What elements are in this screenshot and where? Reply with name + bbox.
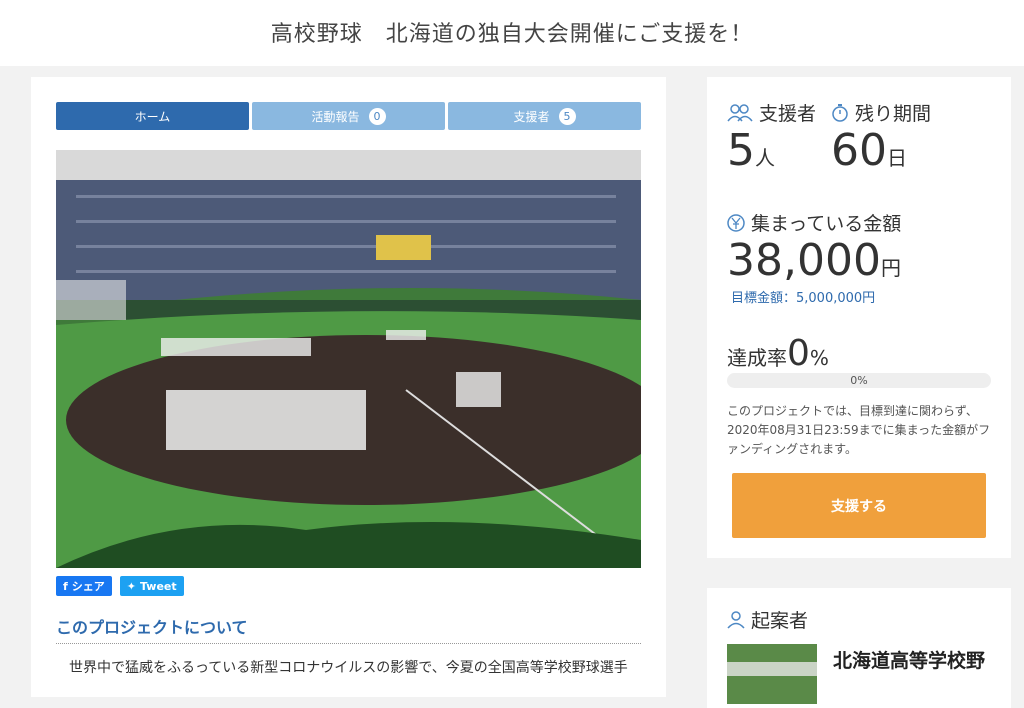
funding-stats-panel: 支援者 5人 残り期間 60日 集まっている金額 38,000円 目標金額：5,… [707, 77, 1011, 558]
owner-avatar[interactable] [727, 644, 817, 704]
rate-value: 0 [787, 333, 810, 374]
collected-amount: 38,000円 [727, 239, 901, 283]
user-icon [727, 610, 745, 629]
twitter-icon: ✦ [126, 579, 137, 593]
owner-label: 起案者 [727, 606, 808, 633]
project-description: 世界中で猛威をふるっている新型コロナウイルスの影響で、今夏の全国高等学校野球選手 [69, 660, 628, 676]
progress-bar: 0% [727, 373, 991, 388]
facebook-share-label: シェア [71, 580, 105, 593]
tweet-label: Tweet [140, 579, 177, 593]
progress-text: 0% [850, 374, 868, 387]
supporters-unit: 人 [755, 146, 775, 170]
collected-label-text: 集まっている金額 [751, 213, 902, 235]
facebook-share-button[interactable]: f シェア [56, 576, 112, 596]
tab-home-label: ホーム [134, 109, 171, 124]
collected-unit: 円 [880, 256, 901, 280]
project-main-panel: ホーム 活動報告 0 支援者 5 f シェア ✦ Tweet このプロジェクトに… [31, 77, 666, 697]
page-title: 高校野球 北海道の独自大会開催にご支援を！ [270, 22, 754, 47]
section-divider [56, 643, 641, 644]
about-section-title: このプロジェクトについて [56, 618, 248, 637]
yen-icon [727, 213, 745, 232]
stopwatch-icon [832, 103, 848, 122]
owner-label-text: 起案者 [751, 610, 809, 632]
top-bar: 高校野球 北海道の独自大会開催にご支援を！ [0, 0, 1024, 66]
owner-avatar-image [727, 644, 817, 704]
supporters-count: 5人 [727, 129, 775, 173]
rate-unit: % [809, 346, 829, 370]
project-tabs: ホーム 活動報告 0 支援者 5 [56, 102, 641, 130]
collected-label: 集まっている金額 [727, 209, 901, 236]
supporters-label-text: 支援者 [759, 103, 817, 125]
supporters-value: 5 [727, 125, 755, 176]
supporters-label: 支援者 [727, 99, 816, 126]
owner-name[interactable]: 北海道高等学校野 [833, 646, 985, 673]
tab-home[interactable]: ホーム [56, 102, 249, 130]
remaining-label-text: 残り期間 [855, 103, 932, 125]
share-buttons: f シェア ✦ Tweet [56, 576, 184, 596]
tab-activity-reports-count: 0 [368, 107, 386, 125]
tab-supporters-label: 支援者 [513, 109, 550, 124]
funding-note: このプロジェクトでは、目標到達に関わらず、2020年08月31日23:59までに… [727, 404, 991, 456]
users-icon [727, 103, 753, 121]
owner-panel: 起案者 北海道高等学校野 [707, 588, 1011, 708]
rate-label: 達成率 [727, 346, 787, 370]
project-hero-image [56, 150, 641, 568]
tweet-button[interactable]: ✦ Tweet [119, 576, 184, 596]
achievement-rate: 達成率0% [727, 333, 829, 374]
support-button[interactable]: 支援する [732, 473, 986, 538]
remaining-value: 60 [831, 125, 887, 176]
tab-supporters[interactable]: 支援者 5 [448, 102, 641, 130]
tab-supporters-count: 5 [558, 107, 576, 125]
tab-activity-reports[interactable]: 活動報告 0 [252, 102, 445, 130]
tab-activity-reports-label: 活動報告 [311, 109, 360, 124]
stadium-image [56, 150, 641, 568]
remaining-label: 残り期間 [831, 99, 931, 126]
remaining-unit: 日 [887, 146, 907, 170]
facebook-icon: f [63, 579, 68, 593]
goal-amount: 目標金額：5,000,000円 [731, 291, 876, 306]
collected-value: 38,000 [727, 235, 881, 286]
remaining-days: 60日 [831, 129, 907, 173]
